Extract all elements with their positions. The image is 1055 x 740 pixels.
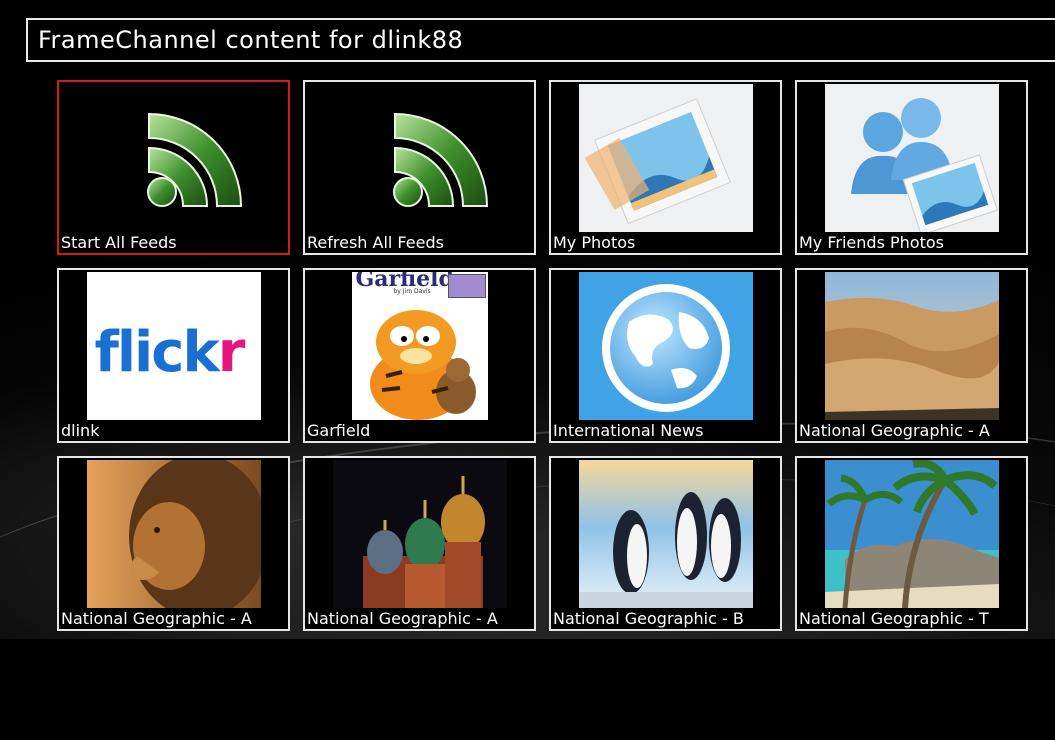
lion-thumbnail [86, 460, 261, 608]
tile-label: National Geographic - B [553, 609, 744, 628]
tile-my-friends-photos[interactable]: My Friends Photos [795, 80, 1028, 255]
penguins-thumbnail [578, 460, 753, 608]
flickr-logo: flickr [86, 272, 261, 420]
rss-feed-icon [333, 84, 507, 232]
tile-national-geographic-beach[interactable]: National Geographic - T [795, 456, 1028, 631]
tile-refresh-all-feeds[interactable]: Refresh All Feeds [303, 80, 536, 255]
tile-dlink[interactable]: flickr dlink [57, 268, 290, 443]
title-bar: FrameChannel content for dlink88 [26, 18, 1055, 62]
tile-label: National Geographic - A [799, 421, 990, 440]
tile-garfield[interactable]: Garfield by Jim Davis Garfield [303, 268, 536, 443]
tile-label: Garfield [307, 421, 371, 440]
globe-icon [578, 272, 753, 420]
rss-feed-icon [87, 84, 261, 232]
tile-label: Start All Feeds [61, 233, 177, 252]
tile-label: Refresh All Feeds [307, 233, 444, 252]
tile-international-news[interactable]: International News [549, 268, 782, 443]
tile-national-geographic-penguins[interactable]: National Geographic - B [549, 456, 782, 631]
photos-icon [578, 84, 753, 232]
friends-photos-icon [824, 84, 999, 232]
tile-label: My Photos [553, 233, 636, 252]
tile-label: National Geographic - A [307, 609, 498, 628]
tile-label: National Geographic - T [799, 609, 989, 628]
tile-label: National Geographic - A [61, 609, 252, 628]
tile-national-geographic-lion[interactable]: National Geographic - A [57, 456, 290, 631]
tile-label: International News [553, 421, 704, 440]
cathedral-domes-thumbnail [332, 460, 507, 608]
tile-start-all-feeds[interactable]: Start All Feeds [57, 80, 290, 255]
tropical-beach-thumbnail [824, 460, 999, 608]
tile-label: My Friends Photos [799, 233, 944, 252]
tile-national-geographic-cathedral[interactable]: National Geographic - A [303, 456, 536, 631]
tile-label: dlink [61, 421, 100, 440]
flickr-logo-text: flick [94, 320, 220, 385]
page-title: FrameChannel content for dlink88 [38, 26, 464, 54]
tile-national-geographic-desert[interactable]: National Geographic - A [795, 268, 1028, 443]
garfield-thumbnail: Garfield by Jim Davis [351, 272, 488, 420]
tile-my-photos[interactable]: My Photos [549, 80, 782, 255]
desert-dunes-thumbnail [824, 272, 999, 420]
